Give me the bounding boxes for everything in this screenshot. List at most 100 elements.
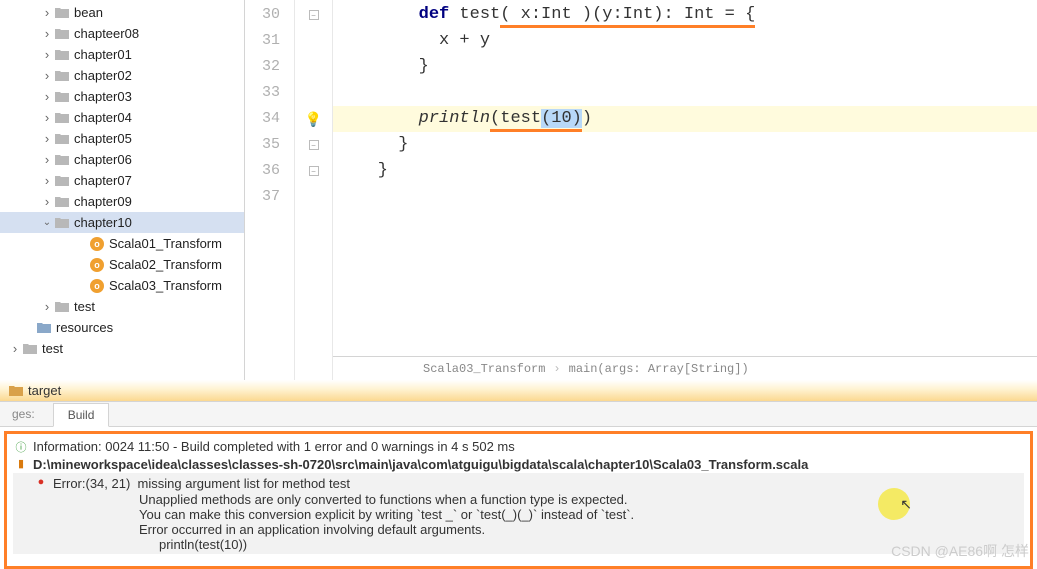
- target-folder[interactable]: target: [0, 380, 1037, 401]
- scala-object-icon: o: [90, 258, 104, 272]
- breadcrumb-class[interactable]: Scala03_Transform: [423, 356, 545, 382]
- chevron-icon[interactable]: [40, 217, 54, 228]
- folder-icon: [54, 174, 70, 188]
- scala-file-item[interactable]: o Scala02_Transform: [0, 254, 244, 275]
- folder-item[interactable]: chapter07: [0, 170, 244, 191]
- chevron-icon[interactable]: [40, 5, 54, 20]
- tree-item-label: chapter06: [74, 152, 132, 167]
- tree-item-label: Scala02_Transform: [109, 257, 222, 272]
- chevron-icon[interactable]: [40, 173, 54, 188]
- tree-item-label: test: [42, 341, 63, 356]
- line-gutter: 3031323334353637: [245, 0, 295, 380]
- fold-icon[interactable]: −: [309, 10, 319, 20]
- chevron-icon[interactable]: [40, 26, 54, 41]
- folder-item[interactable]: resources: [0, 317, 244, 338]
- folder-item[interactable]: chapteer08: [0, 23, 244, 44]
- info-icon: ⓘ: [13, 439, 29, 455]
- chevron-icon[interactable]: [40, 131, 54, 146]
- tree-item-label: chapter04: [74, 110, 132, 125]
- tree-item-label: chapter01: [74, 47, 132, 62]
- folder-icon: [54, 90, 70, 104]
- chevron-icon[interactable]: [40, 89, 54, 104]
- fold-icon[interactable]: −: [309, 140, 319, 150]
- line-number: 31: [245, 28, 294, 54]
- folder-item[interactable]: chapter05: [0, 128, 244, 149]
- watermark: CSDN @AE86啊 怎样: [891, 541, 1029, 561]
- line-number: 36: [245, 158, 294, 184]
- folder-icon: [54, 132, 70, 146]
- folder-icon: [54, 69, 70, 83]
- chevron-right-icon: ›: [553, 356, 560, 382]
- folder-icon: [54, 27, 70, 41]
- line-number: 30: [245, 2, 294, 28]
- folder-icon: [54, 111, 70, 125]
- tree-item-label: chapter10: [74, 215, 132, 230]
- folder-icon: [54, 216, 70, 230]
- scala-object-icon: o: [90, 279, 104, 293]
- line-number: 37: [245, 184, 294, 210]
- tree-item-label: chapter03: [74, 89, 132, 104]
- info-message[interactable]: ⓘ Information: 0024 11:50 - Build comple…: [13, 438, 1024, 456]
- tree-item-label: chapter09: [74, 194, 132, 209]
- chevron-icon[interactable]: [8, 341, 22, 356]
- project-tree[interactable]: bean chapteer08 chapter01 chapter02 chapter0…: [0, 0, 245, 380]
- chevron-icon[interactable]: [40, 152, 54, 167]
- folder-item[interactable]: test: [0, 338, 244, 359]
- folder-icon: [54, 195, 70, 209]
- line-number: 33: [245, 80, 294, 106]
- tree-item-label: resources: [56, 320, 113, 335]
- folder-icon: [54, 48, 70, 62]
- intention-bulb-icon[interactable]: 💡: [305, 111, 322, 128]
- folder-icon: [54, 153, 70, 167]
- scala-file-item[interactable]: o Scala01_Transform: [0, 233, 244, 254]
- scala-file-item[interactable]: o Scala03_Transform: [0, 275, 244, 296]
- error-icon: ●: [33, 476, 49, 488]
- folder-icon: [54, 300, 70, 314]
- line-number: 32: [245, 54, 294, 80]
- folder-icon: [36, 321, 52, 335]
- folder-item[interactable]: chapter02: [0, 65, 244, 86]
- error-detail: Error occurred in an application involvi…: [13, 522, 1024, 537]
- error-message[interactable]: ● Error:(34, 21) missing argument list f…: [13, 475, 1024, 492]
- code-editor[interactable]: 3031323334353637 − 💡 − − def test( x:Int…: [245, 0, 1037, 380]
- annotation-underline: ( x:Int )(y:Int): Int = {: [500, 5, 755, 28]
- breadcrumb[interactable]: Scala03_Transform › main(args: Array[Str…: [333, 356, 1037, 380]
- error-detail: println(test(10)): [13, 537, 1024, 552]
- folder-item[interactable]: chapter06: [0, 149, 244, 170]
- code-area[interactable]: def test( x:Int )(y:Int): Int = { x + y …: [333, 0, 1037, 380]
- chevron-icon[interactable]: [40, 47, 54, 62]
- tree-item-label: Scala01_Transform: [109, 236, 222, 251]
- fold-icon[interactable]: −: [309, 166, 319, 176]
- tab-build[interactable]: Build: [53, 403, 110, 427]
- folder-item[interactable]: chapter04: [0, 107, 244, 128]
- file-message[interactable]: ▮ D:\mineworkspace\idea\classes\classes-…: [13, 456, 1024, 473]
- folder-icon: [54, 6, 70, 20]
- folder-item[interactable]: chapter03: [0, 86, 244, 107]
- folder-item[interactable]: chapter10: [0, 212, 244, 233]
- file-icon: ▮: [13, 457, 29, 470]
- folder-icon: [22, 342, 38, 356]
- error-detail: Unapplied methods are only converted to …: [13, 492, 1024, 507]
- messages-label: ges:: [12, 407, 35, 421]
- chevron-icon[interactable]: [40, 299, 54, 314]
- folder-item[interactable]: chapter01: [0, 44, 244, 65]
- tree-item-label: test: [74, 299, 95, 314]
- folder-item[interactable]: chapter09: [0, 191, 244, 212]
- scala-object-icon: o: [90, 237, 104, 251]
- cursor-icon: ↖: [900, 496, 912, 513]
- folder-item[interactable]: test: [0, 296, 244, 317]
- tree-item-label: chapteer08: [74, 26, 139, 41]
- build-messages-panel[interactable]: ⓘ Information: 0024 11:50 - Build comple…: [4, 431, 1033, 569]
- messages-tabs[interactable]: ges: Build: [0, 401, 1037, 427]
- line-number: 35: [245, 132, 294, 158]
- chevron-icon[interactable]: [40, 68, 54, 83]
- tree-item-label: chapter02: [74, 68, 132, 83]
- tree-item-label: chapter07: [74, 173, 132, 188]
- folder-item[interactable]: bean: [0, 2, 244, 23]
- chevron-icon[interactable]: [40, 194, 54, 209]
- tree-item-label: chapter05: [74, 131, 132, 146]
- breadcrumb-method[interactable]: main(args: Array[String]): [569, 356, 749, 382]
- folder-icon: [8, 384, 24, 398]
- tree-item-label: Scala03_Transform: [109, 278, 222, 293]
- chevron-icon[interactable]: [40, 110, 54, 125]
